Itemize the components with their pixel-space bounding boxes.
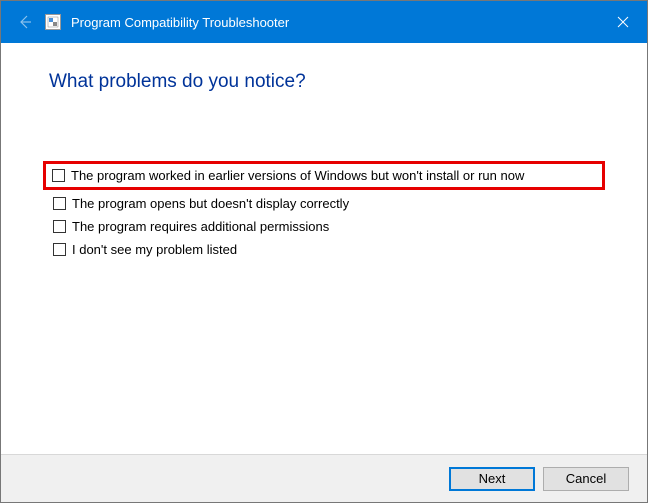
cancel-button[interactable]: Cancel <box>543 467 629 491</box>
back-arrow-icon[interactable] <box>15 12 35 32</box>
checkbox[interactable] <box>52 169 65 182</box>
content-area: What problems do you notice? The program… <box>1 43 647 259</box>
troubleshooter-icon <box>45 14 61 30</box>
titlebar: Program Compatibility Troubleshooter <box>1 1 647 43</box>
option-label[interactable]: I don't see my problem listed <box>72 242 237 257</box>
option-display-incorrectly[interactable]: The program opens but doesn't display co… <box>49 194 599 213</box>
close-icon <box>617 16 629 28</box>
checkbox[interactable] <box>53 243 66 256</box>
option-not-listed[interactable]: I don't see my problem listed <box>49 240 599 259</box>
option-label[interactable]: The program worked in earlier versions o… <box>71 168 524 183</box>
troubleshooter-window: Program Compatibility Troubleshooter Wha… <box>0 0 648 503</box>
option-label[interactable]: The program opens but doesn't display co… <box>72 196 349 211</box>
window-title: Program Compatibility Troubleshooter <box>71 15 289 30</box>
option-earlier-versions[interactable]: The program worked in earlier versions o… <box>43 161 605 190</box>
page-heading: What problems do you notice? <box>49 71 599 93</box>
option-additional-permissions[interactable]: The program requires additional permissi… <box>49 217 599 236</box>
checkbox[interactable] <box>53 197 66 210</box>
next-button[interactable]: Next <box>449 467 535 491</box>
close-button[interactable] <box>599 1 647 43</box>
options-list: The program worked in earlier versions o… <box>49 165 599 259</box>
titlebar-left: Program Compatibility Troubleshooter <box>15 12 289 32</box>
checkbox[interactable] <box>53 220 66 233</box>
footer-bar: Next Cancel <box>1 454 647 502</box>
option-label[interactable]: The program requires additional permissi… <box>72 219 329 234</box>
